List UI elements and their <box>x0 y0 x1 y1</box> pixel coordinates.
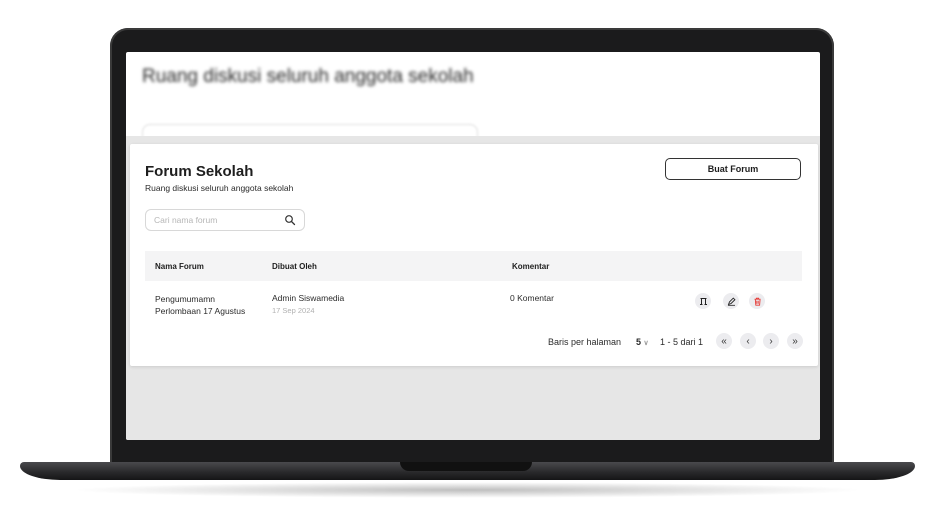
last-page-button[interactable]: » <box>787 333 803 349</box>
pagination-range: 1 - 5 dari 1 <box>660 337 704 347</box>
rows-per-page-select[interactable]: 5 ∨ <box>636 337 649 347</box>
author-name: Admin Siswamedia <box>272 293 345 303</box>
column-header-created-by: Dibuat Oleh <box>272 262 317 271</box>
search-box <box>145 209 305 231</box>
edit-icon <box>727 296 736 306</box>
first-page-button[interactable]: « <box>716 333 732 349</box>
rows-per-page-label: Baris per halaman <box>548 337 622 347</box>
forum-name-line1: Pengumumamn <box>155 294 216 304</box>
delete-icon <box>754 297 761 306</box>
page-subtitle: Ruang diskusi seluruh anggota sekolah <box>145 183 294 193</box>
forum-name-cell: Pengumumamn Perlombaan 17 Agustus <box>155 293 245 317</box>
next-page-button[interactable]: › <box>763 333 779 349</box>
first-page-icon: « <box>721 335 727 347</box>
pin-button[interactable] <box>695 293 711 309</box>
chevron-right-icon: › <box>769 335 773 347</box>
comments-count: 0 Komentar <box>510 293 554 303</box>
laptop-screen: Ruang diskusi seluruh anggota sekolah Fo… <box>126 52 820 440</box>
last-page-icon: » <box>792 335 798 347</box>
search-input[interactable] <box>146 214 276 226</box>
forum-name-line2: Perlombaan 17 Agustus <box>155 306 246 316</box>
forum-card: Forum Sekolah Ruang diskusi seluruh angg… <box>130 144 818 366</box>
column-header-name: Nama Forum <box>155 262 204 271</box>
prev-page-button[interactable]: ‹ <box>740 333 756 349</box>
laptop-notch <box>400 462 532 471</box>
page-title: Forum Sekolah <box>145 163 254 180</box>
create-forum-button[interactable]: Buat Forum <box>665 158 801 180</box>
table-header: Nama Forum Dibuat Oleh Komentar <box>145 251 802 281</box>
created-date: 17 Sep 2024 <box>272 306 315 315</box>
pin-icon <box>699 297 707 305</box>
column-header-comments: Komentar <box>512 262 550 271</box>
background-page-title: Ruang diskusi seluruh anggota sekolah <box>142 66 474 87</box>
delete-button[interactable] <box>749 293 765 309</box>
laptop-shadow <box>70 482 865 498</box>
created-by-cell: Admin Siswamedia 17 Sep 2024 <box>272 293 344 315</box>
table-row[interactable]: Pengumumamn Perlombaan 17 Agustus Admin … <box>145 281 802 325</box>
edit-button[interactable] <box>723 293 739 309</box>
rows-per-page-value: 5 <box>636 337 642 347</box>
chevron-left-icon: ‹ <box>746 335 750 347</box>
search-icon[interactable] <box>284 214 296 226</box>
chevron-down-icon: ∨ <box>643 340 649 347</box>
